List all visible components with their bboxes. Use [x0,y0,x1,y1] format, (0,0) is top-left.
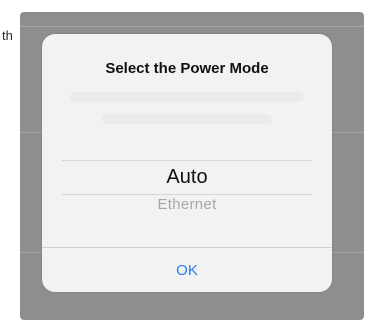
ok-button[interactable]: OK [42,248,332,292]
power-mode-picker[interactable]: Auto Ethernet [42,126,332,246]
picker-selection-bottom-line [62,194,312,195]
dialog-title: Select the Power Mode [105,60,269,77]
ghost-row [70,92,304,102]
screen: th Select the Power Mode Auto Ethernet O… [0,0,370,331]
ghost-row [102,114,272,124]
power-mode-dialog: Select the Power Mode Auto Ethernet OK [42,34,332,292]
picker-selected-option[interactable]: Auto [42,166,332,189]
picker-selection-top-line [62,160,312,161]
backdrop-divider [20,26,364,27]
background-text: th [2,28,13,43]
picker-option[interactable]: Ethernet [42,196,332,213]
